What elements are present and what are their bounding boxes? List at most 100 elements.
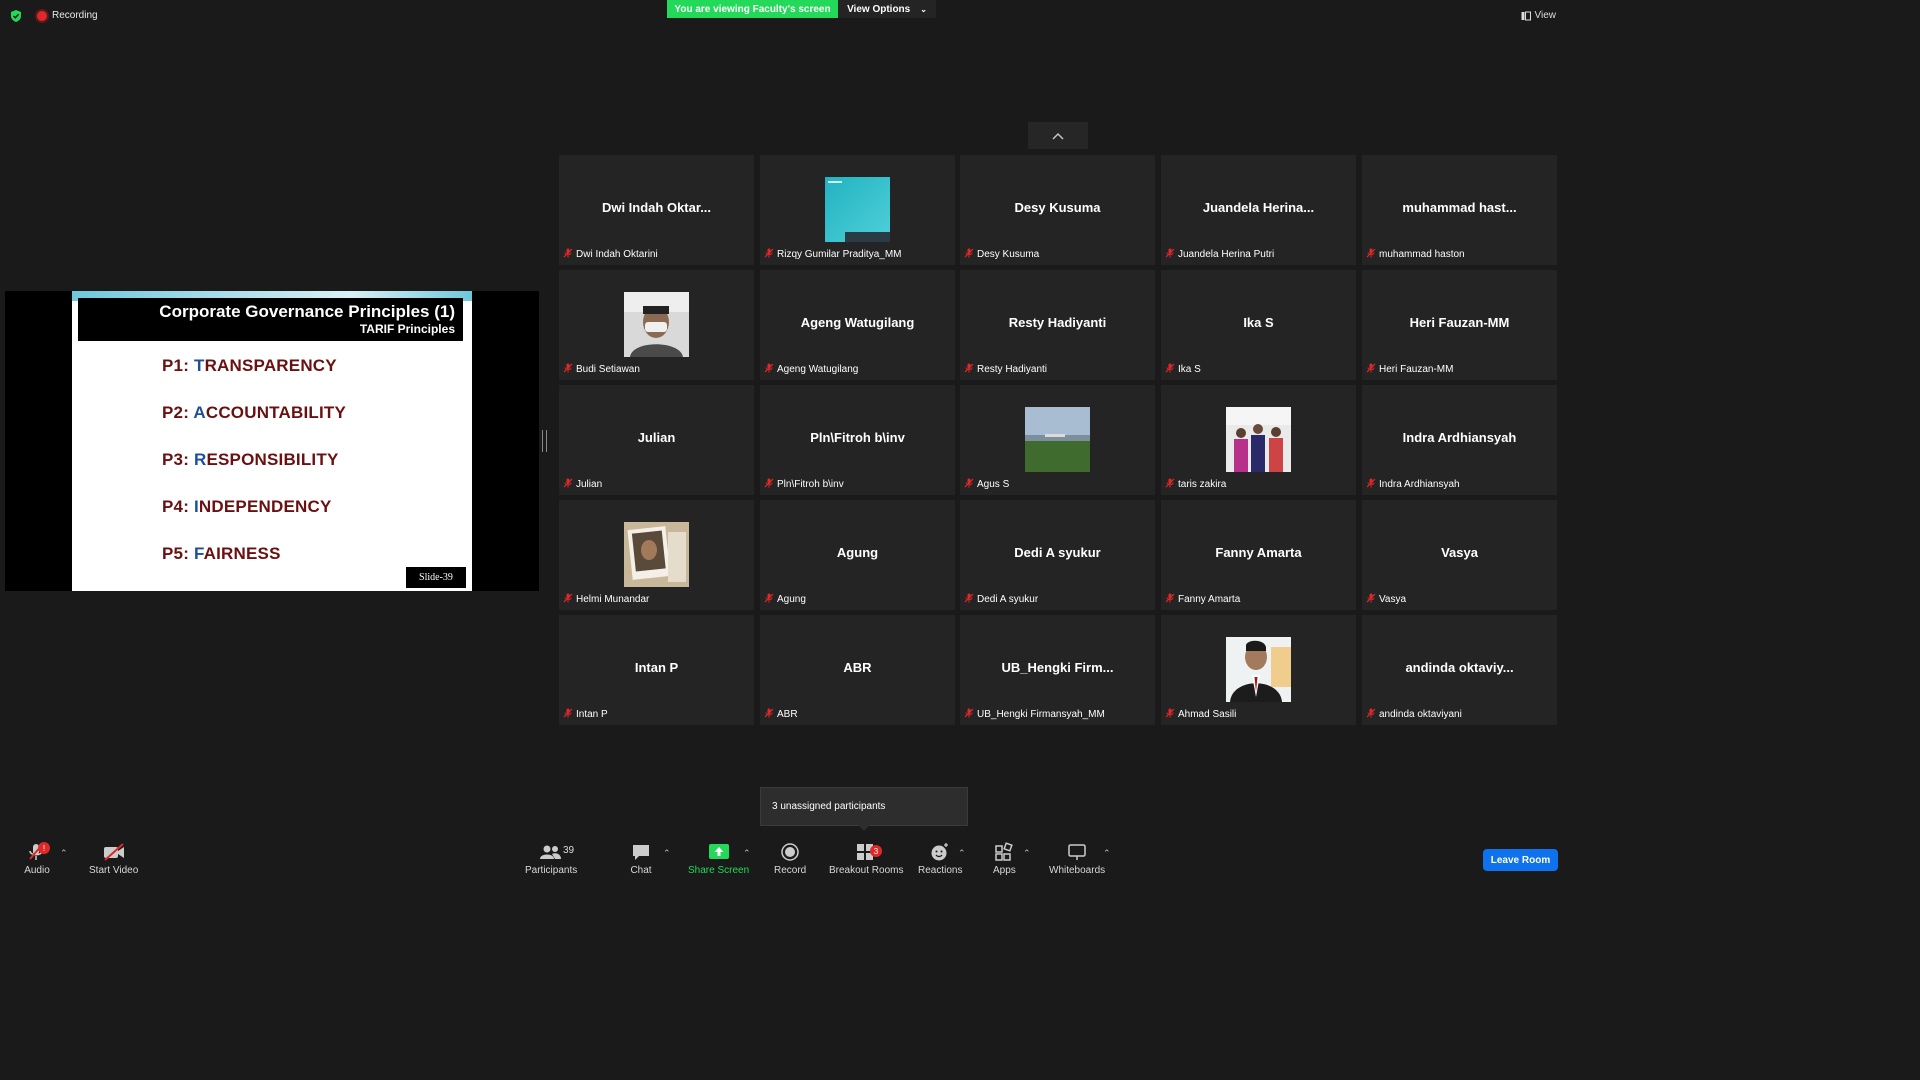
- participant-display-name: Vasya: [1441, 545, 1478, 560]
- security-shield-icon[interactable]: [9, 9, 23, 23]
- microphone-muted-icon: [764, 593, 774, 606]
- participant-display-name: Julian: [637, 430, 676, 445]
- view-button[interactable]: View: [1521, 10, 1556, 21]
- participant-name-label: Agus S: [964, 478, 1009, 491]
- participant-name: Juandela Herina Putri: [1178, 249, 1275, 260]
- participant-display-name: Indra Ardhiansyah: [1402, 430, 1517, 445]
- participant-name-label: Julian: [563, 478, 602, 491]
- whiteboard-icon: [1068, 844, 1086, 860]
- participant-tile[interactable]: Pln\Fitroh b\inv Pln\Fitroh b\inv: [760, 385, 955, 495]
- participant-tile[interactable]: Dwi Indah Oktar... Dwi Indah Oktarini: [559, 155, 754, 265]
- microphone-muted-icon: [1366, 593, 1376, 606]
- participant-tile[interactable]: Rizqy Gumilar Praditya_MM: [760, 155, 955, 265]
- microphone-muted-icon: [1165, 593, 1175, 606]
- microphone-muted-icon: [563, 478, 573, 491]
- participant-display-name: Desy Kusuma: [1014, 200, 1101, 215]
- participant-name: Agus S: [977, 479, 1010, 490]
- participant-name: andinda oktaviyani: [1379, 709, 1462, 720]
- principle-item: P4: INDEPENDENCY: [162, 497, 332, 516]
- apps-button[interactable]: Apps: [993, 842, 1016, 876]
- principle-item: P5: FAIRNESS: [162, 544, 281, 563]
- video-off-icon: [103, 843, 124, 861]
- microphone-muted-icon: [1366, 363, 1376, 376]
- whiteboards-options-caret[interactable]: ⌃: [1103, 848, 1111, 859]
- participant-name: Budi Setiawan: [576, 364, 640, 375]
- share-screen-icon: [708, 844, 729, 859]
- participant-name-label: Ahmad Sasili: [1165, 708, 1236, 721]
- microphone-muted-icon: [563, 593, 573, 606]
- breakout-rooms-badge: 3: [870, 845, 882, 857]
- participant-tile[interactable]: Resty Hadiyanti Resty Hadiyanti: [960, 270, 1155, 380]
- breakout-rooms-label: Breakout Rooms: [829, 865, 904, 876]
- apps-options-caret[interactable]: ⌃: [1023, 848, 1031, 859]
- chat-button[interactable]: Chat: [630, 842, 652, 876]
- participant-tile[interactable]: Desy Kusuma Desy Kusuma: [960, 155, 1155, 265]
- leave-room-button[interactable]: Leave Room: [1483, 849, 1558, 871]
- participant-avatar: [1226, 637, 1291, 702]
- resize-handle[interactable]: [542, 430, 547, 452]
- participant-tile[interactable]: Ageng Watugilang Ageng Watugilang: [760, 270, 955, 380]
- participant-name: Ahmad Sasili: [1178, 709, 1237, 720]
- record-label: Record: [774, 865, 807, 876]
- participant-name-label: Dwi Indah Oktarini: [563, 248, 658, 261]
- participant-name: Pln\Fitroh b\inv: [777, 479, 844, 490]
- participant-tile[interactable]: muhammad hast... muhammad haston: [1362, 155, 1557, 265]
- microphone-muted-icon: [563, 248, 573, 261]
- participant-tile[interactable]: Vasya Vasya: [1362, 500, 1557, 610]
- participant-name: ABR: [777, 709, 798, 720]
- microphone-muted-icon: [764, 708, 774, 721]
- participants-icon: [540, 845, 562, 859]
- microphone-muted-icon: [1366, 708, 1376, 721]
- reactions-options-caret[interactable]: ⌃: [958, 848, 966, 859]
- participant-tile[interactable]: Helmi Munandar: [559, 500, 754, 610]
- participant-name-label: Heri Fauzan-MM: [1366, 363, 1453, 376]
- audio-options-caret[interactable]: ⌃: [60, 848, 68, 859]
- participant-name: muhammad haston: [1379, 249, 1465, 260]
- participant-display-name: Agung: [836, 545, 879, 560]
- participant-tile[interactable]: Intan P Intan P: [559, 615, 754, 725]
- share-options-caret[interactable]: ⌃: [743, 848, 751, 859]
- participant-name-label: Juandela Herina Putri: [1165, 248, 1274, 261]
- participant-tile[interactable]: Julian Julian: [559, 385, 754, 495]
- slide-title: Corporate Governance Principles (1): [159, 302, 455, 321]
- recording-icon: [37, 11, 47, 21]
- participant-name: Intan P: [576, 709, 608, 720]
- view-options-button[interactable]: View Options ⌄: [838, 0, 936, 18]
- participant-tile[interactable]: Fanny Amarta Fanny Amarta: [1161, 500, 1356, 610]
- participant-tile[interactable]: andinda oktaviy... andinda oktaviyani: [1362, 615, 1557, 725]
- participant-tile[interactable]: Budi Setiawan: [559, 270, 754, 380]
- participant-tile[interactable]: Ahmad Sasili: [1161, 615, 1356, 725]
- slide-number: Slide-39: [406, 567, 466, 588]
- chat-options-caret[interactable]: ⌃: [663, 848, 671, 859]
- reactions-button[interactable]: Reactions: [918, 842, 962, 876]
- participant-display-name: Pln\Fitroh b\inv: [810, 430, 905, 445]
- participant-name-label: Budi Setiawan: [563, 363, 640, 376]
- participant-tile[interactable]: Dedi A syukur Dedi A syukur: [960, 500, 1155, 610]
- microphone-muted-icon: [563, 708, 573, 721]
- participant-name: UB_Hengki Firmansyah_MM: [977, 709, 1105, 720]
- share-screen-button[interactable]: Share Screen: [688, 842, 749, 876]
- participant-tile[interactable]: Indra Ardhiansyah Indra Ardhiansyah: [1362, 385, 1557, 495]
- microphone-muted-icon: [964, 478, 974, 491]
- participant-tile[interactable]: UB_Hengki Firm... UB_Hengki Firmansyah_MM: [960, 615, 1155, 725]
- record-button[interactable]: Record: [774, 842, 806, 876]
- view-options-label: View Options: [847, 3, 911, 15]
- microphone-muted-icon: [1165, 708, 1175, 721]
- whiteboards-button[interactable]: Whiteboards: [1049, 842, 1105, 876]
- participant-tile[interactable]: Heri Fauzan-MM Heri Fauzan-MM: [1362, 270, 1557, 380]
- participant-tile[interactable]: Ika S Ika S: [1161, 270, 1356, 380]
- gallery-scroll-up-button[interactable]: [1028, 122, 1088, 149]
- participant-name-label: andinda oktaviyani: [1366, 708, 1462, 721]
- participant-tile[interactable]: Juandela Herina... Juandela Herina Putri: [1161, 155, 1356, 265]
- participant-name: Ika S: [1178, 364, 1201, 375]
- participant-name: Fanny Amarta: [1178, 594, 1241, 605]
- participant-tile[interactable]: taris zakira: [1161, 385, 1356, 495]
- participant-tile[interactable]: Agung Agung: [760, 500, 955, 610]
- whiteboards-label: Whiteboards: [1049, 865, 1106, 876]
- breakout-rooms-button[interactable]: Breakout Rooms: [829, 842, 903, 876]
- participant-tile[interactable]: Agus S: [960, 385, 1155, 495]
- chat-label: Chat: [630, 865, 652, 876]
- participant-tile[interactable]: ABR ABR: [760, 615, 955, 725]
- start-video-button[interactable]: Start Video: [89, 842, 138, 876]
- participant-display-name: ABR: [843, 660, 872, 675]
